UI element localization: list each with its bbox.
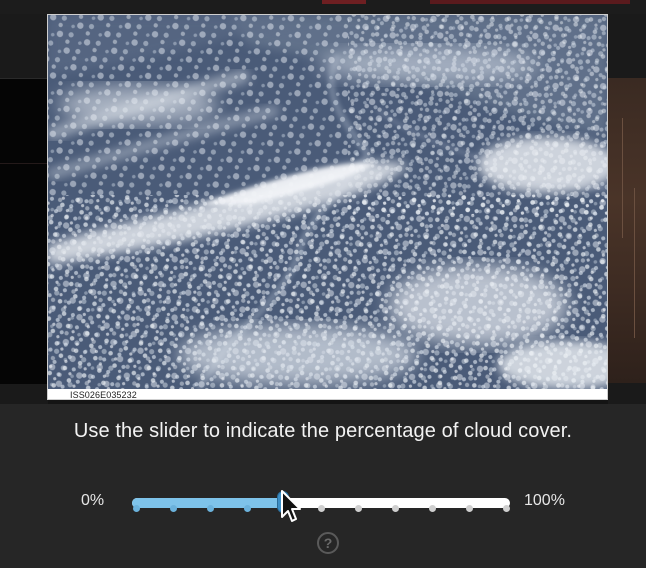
slider-min-label: 0% [81,492,105,509]
slider-tick [206,505,214,512]
help-button[interactable]: ? [317,532,339,554]
slider-tick [391,505,399,512]
cloud-cover-slider[interactable] [132,491,510,513]
background-header [0,0,646,14]
background-map-thumbnail [608,78,646,383]
slider-tick [428,505,436,512]
slider-tick [169,505,177,512]
slider-tick [502,505,510,512]
question-mark-circle-icon: ? [323,535,333,551]
photo-id-caption: ISS026E035232 [70,390,137,400]
photo-frame: ISS026E035232 [47,14,608,400]
background-left-band [0,78,48,384]
slider-tick [354,505,362,512]
control-panel: Use the slider to indicate the percentag… [0,404,646,568]
slider-tick [243,505,251,512]
earth-photo [48,15,607,389]
slider-tick [317,505,325,512]
slider-tick [132,505,140,512]
slider-tick [465,505,473,512]
instruction-text: Use the slider to indicate the percentag… [73,420,573,442]
mouse-pointer-icon [281,490,301,522]
cloud-cover-app: ISS026E035232 Use the slider to indicate… [0,0,646,568]
slider-max-label: 100% [524,492,565,509]
